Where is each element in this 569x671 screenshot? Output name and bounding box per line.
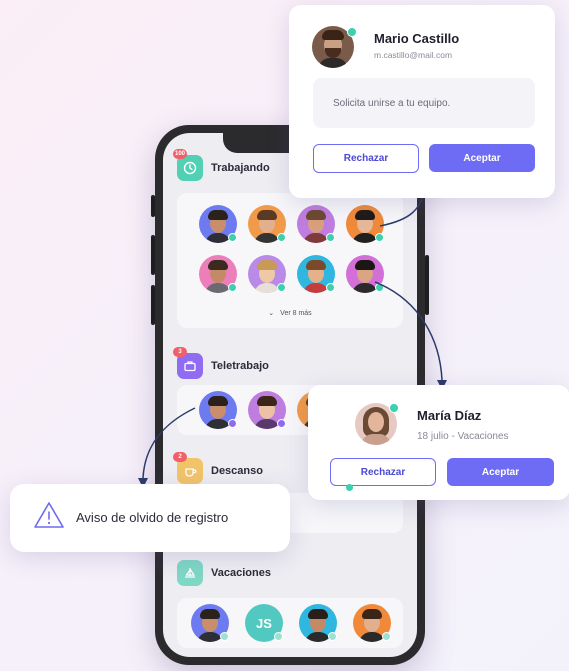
- alert-text: Aviso de olvido de registro: [76, 510, 229, 525]
- request-message: Solicita unirse a tu equipo.: [313, 78, 535, 128]
- accept-button[interactable]: Aceptar: [447, 458, 554, 486]
- requester-name: María Díaz: [417, 408, 482, 423]
- request-detail: 18 julio - Vacaciones: [417, 431, 509, 442]
- warning-triangle-icon: [32, 500, 66, 535]
- online-status-dot: [347, 27, 357, 37]
- vacation-request-popup: María Díaz 18 julio - Vacaciones Rechaza…: [308, 385, 569, 500]
- accept-button[interactable]: Aceptar: [429, 144, 535, 172]
- online-status-dot: [389, 403, 399, 413]
- connector-dot: [346, 484, 353, 491]
- requester-name: Mario Castillo: [374, 31, 460, 46]
- reject-button[interactable]: Rechazar: [313, 144, 419, 173]
- reject-button[interactable]: Rechazar: [330, 458, 436, 486]
- reminder-alert[interactable]: Aviso de olvido de registro: [10, 484, 290, 552]
- join-request-popup: Mario Castillo m.castillo@mail.com Solic…: [289, 5, 555, 198]
- requester-email: m.castillo@mail.com: [374, 50, 453, 60]
